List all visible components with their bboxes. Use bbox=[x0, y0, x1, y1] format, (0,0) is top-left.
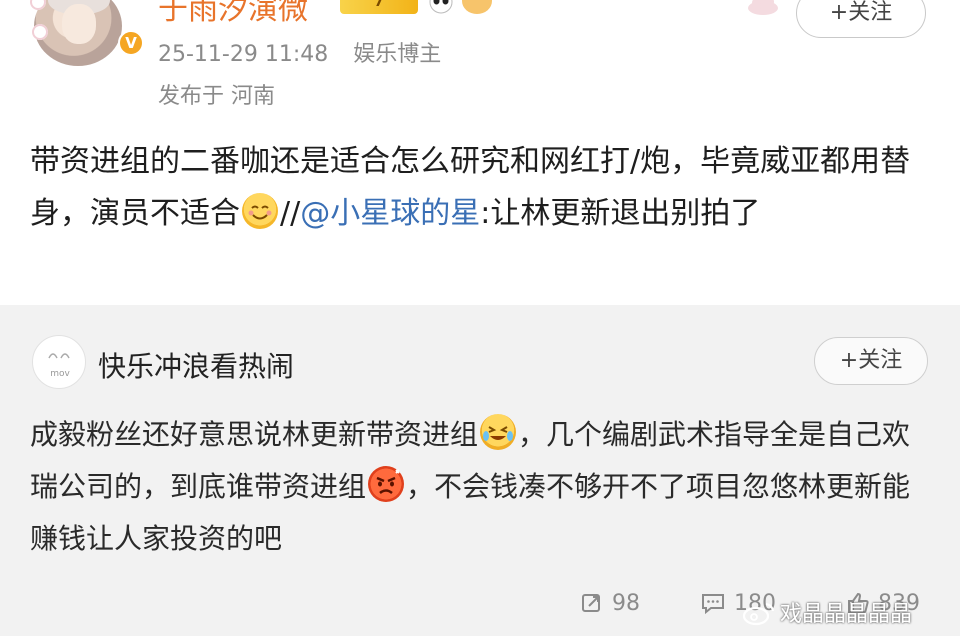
avatar-face bbox=[62, 4, 96, 44]
repost-icon bbox=[582, 594, 600, 612]
repost-text-part: 成毅粉丝还好意思说林更新带资进组 bbox=[30, 418, 479, 451]
main-post: V 于雨汐演微 7 25-11-29 11:48 娱乐博主 发布于 河南 +关注… bbox=[0, 0, 960, 305]
verified-badge-icon: V bbox=[118, 30, 144, 56]
repost-author-avatar[interactable]: mov bbox=[32, 335, 86, 389]
laugh-cry-emoji-icon bbox=[480, 414, 517, 450]
panda-icon bbox=[429, 0, 453, 14]
repost-count: 98 bbox=[612, 591, 640, 616]
medal-icon bbox=[462, 0, 492, 14]
post-timestamp: 25-11-29 11:48 bbox=[158, 42, 329, 67]
repost-body: 成毅粉丝还好意思说林更新带资进组 ，几个编剧武术指导全是自己欢瑞公司的，到底谁带资… bbox=[30, 409, 930, 565]
level-badge-value: 7 bbox=[374, 0, 384, 10]
weibo-logo-icon bbox=[742, 603, 774, 626]
weibo-watermark: 戏晶晶晶晶晶 bbox=[742, 596, 912, 628]
smile-emoji-icon bbox=[242, 193, 278, 229]
post-meta: 25-11-29 11:48 娱乐博主 bbox=[158, 36, 459, 68]
avatar-label: mov bbox=[50, 369, 70, 379]
author-username[interactable]: 于雨汐演微 bbox=[158, 0, 308, 28]
level-badge: 7 bbox=[340, 0, 418, 14]
avatar-face-icon bbox=[48, 353, 70, 359]
post-text-part: :让林更新退出别拍了 bbox=[480, 196, 761, 231]
flower-icon bbox=[32, 24, 48, 40]
cloud-icon bbox=[748, 0, 778, 15]
repost-author-username[interactable]: 快乐冲浪看热闹 bbox=[98, 345, 294, 385]
watermark-text: 戏晶晶晶晶晶 bbox=[780, 602, 913, 627]
post-body: 带资进组的二番咖还是适合怎么研究和网红打/炮，毕竟威亚都用替身，演员不适合//@… bbox=[30, 136, 930, 240]
mention-link[interactable]: @小星球的星 bbox=[300, 196, 480, 231]
comment-icon bbox=[702, 594, 724, 615]
post-location: 发布于 河南 bbox=[158, 84, 275, 109]
angry-emoji-icon bbox=[368, 466, 405, 502]
repost-follow-button[interactable]: +关注 bbox=[814, 337, 928, 385]
repost-action[interactable]: 98 bbox=[580, 591, 640, 616]
author-category: 娱乐博主 bbox=[353, 42, 442, 67]
post-text-separator: // bbox=[280, 196, 301, 231]
author-avatar[interactable]: V bbox=[30, 0, 144, 70]
follow-button[interactable]: +关注 bbox=[796, 0, 926, 38]
